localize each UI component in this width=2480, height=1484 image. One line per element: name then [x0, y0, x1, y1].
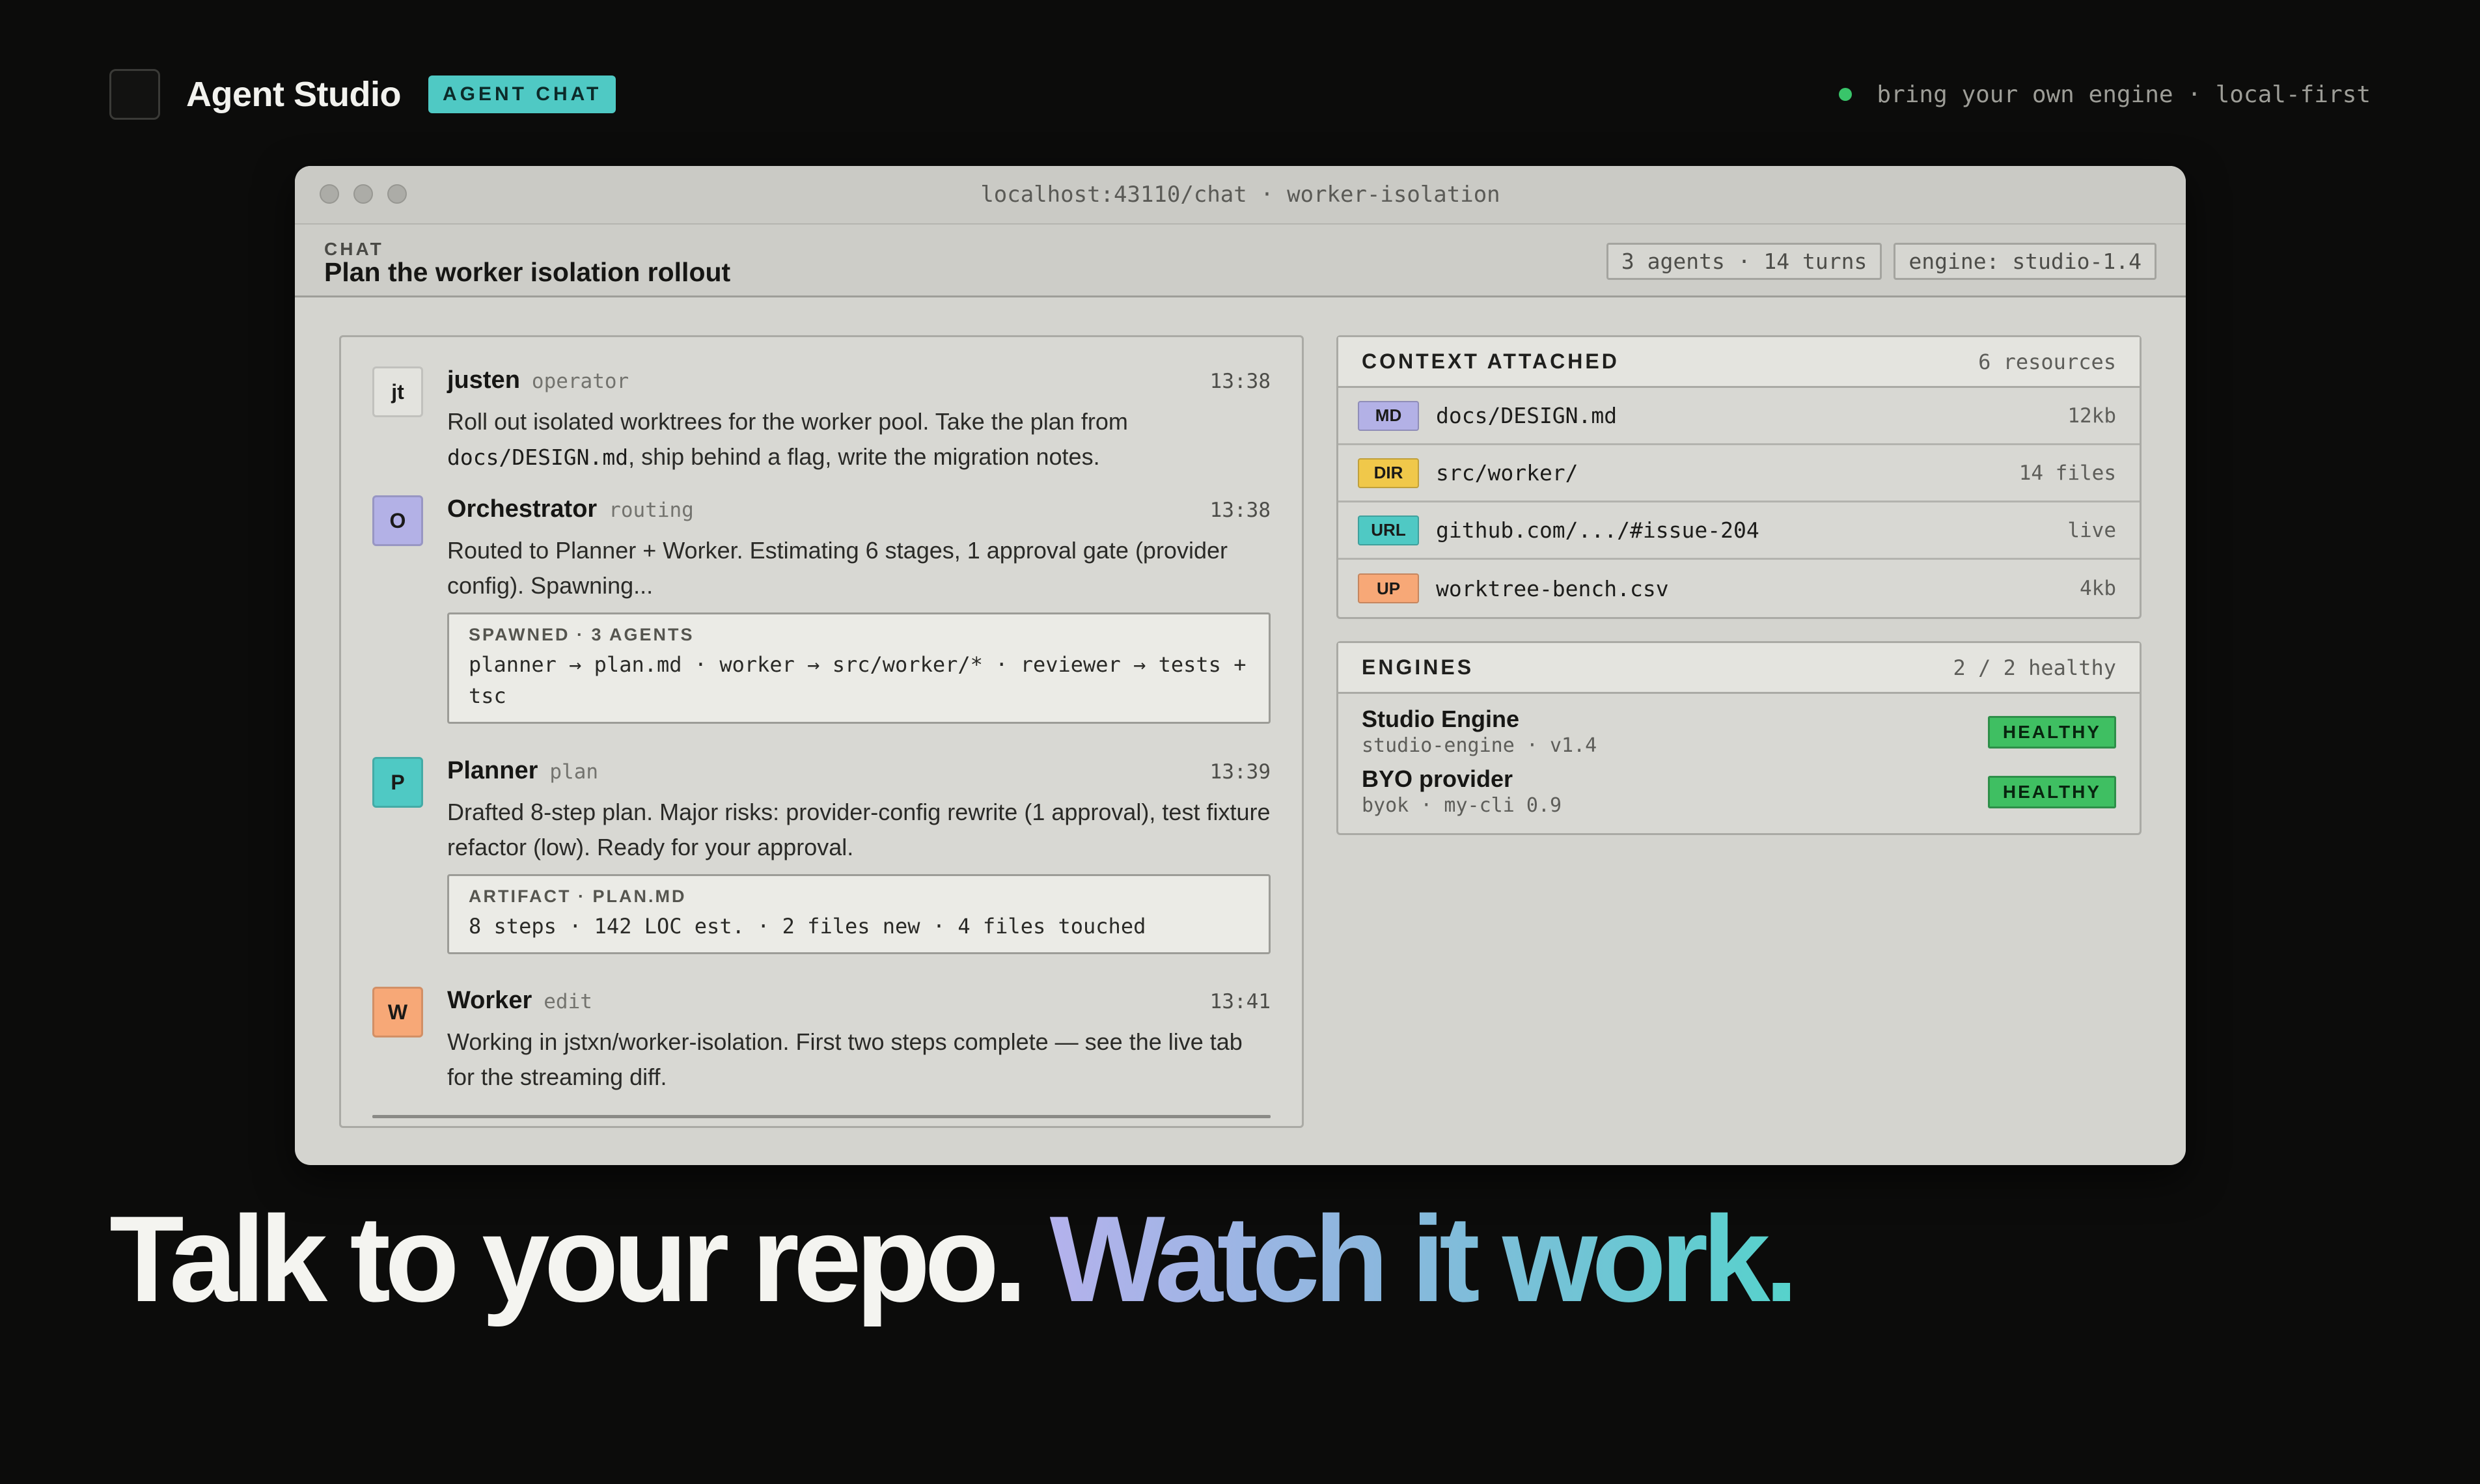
- message-body: Drafted 8-step plan. Major risks: provid…: [447, 799, 1271, 860]
- resource-meta: 12kb: [2067, 404, 2116, 428]
- context-panel: CONTEXT ATTACHED 6 resources MD docs/DES…: [1336, 335, 2142, 619]
- resource-tag: URL: [1358, 515, 1419, 545]
- address-bar[interactable]: localhost:43110/chat · worker-isolation: [980, 182, 1500, 208]
- context-title: CONTEXT ATTACHED: [1362, 350, 1619, 373]
- message-time: 13:38: [1209, 499, 1271, 522]
- resource-meta: 4kb: [2080, 577, 2116, 600]
- resource-name: github.com/.../#issue-204: [1436, 517, 1759, 543]
- author-name: justen: [447, 366, 520, 394]
- chat-panel: jt justen operator 13:38 Roll out isolat…: [339, 335, 1304, 1128]
- brand-badge: AGENT CHAT: [428, 76, 616, 113]
- engines-title: ENGINES: [1362, 655, 1474, 679]
- engine-version: byok · my-cli 0.9: [1362, 794, 1562, 817]
- file-reference[interactable]: docs/DESIGN.md: [447, 445, 628, 470]
- engines-header: ENGINES 2 / 2 healthy: [1338, 643, 2140, 694]
- engine-chip[interactable]: engine: studio-1.4: [1894, 243, 2156, 280]
- context-count: 6 resources: [1978, 349, 2116, 374]
- resource-row[interactable]: UP worktree-bench.csv 4kb: [1338, 560, 2140, 617]
- tagline: bring your own engine · local-first: [1839, 78, 2371, 111]
- message-time: 13:39: [1209, 760, 1271, 784]
- engine-name: BYO provider: [1362, 765, 1513, 792]
- engine-name: Studio Engine: [1362, 706, 1519, 732]
- engines-count: 2 / 2 healthy: [1953, 655, 2116, 680]
- hero-headline: Talk to your repo. Watch it work.: [109, 1198, 1798, 1320]
- context-header: CONTEXT ATTACHED 6 resources: [1338, 337, 2140, 388]
- browser-window: localhost:43110/chat · worker-isolation …: [295, 166, 2186, 1165]
- chat-chips: 3 agents · 14 turns engine: studio-1.4: [1606, 243, 2156, 280]
- engine-version: studio-engine · v1.4: [1362, 734, 1597, 757]
- status-dot-icon: [1839, 88, 1853, 101]
- window-titlebar: localhost:43110/chat · worker-isolation: [295, 166, 2186, 225]
- resource-tag: MD: [1358, 400, 1419, 431]
- resource-meta: live: [2067, 518, 2116, 542]
- resource-tag: UP: [1358, 573, 1419, 603]
- author-name: Orchestrator: [447, 495, 598, 523]
- author-name: Worker: [447, 987, 532, 1014]
- resource-row[interactable]: URL github.com/.../#issue-204 live: [1338, 502, 2140, 560]
- chat-title: Plan the worker isolation rollout: [324, 257, 731, 287]
- artifact-card[interactable]: ARTIFACT · PLAN.MD 8 steps · 142 LOC est…: [447, 874, 1271, 954]
- author-role: operator: [531, 370, 629, 393]
- engine-row[interactable]: BYO provider byok · my-cli 0.9 HEALTHY: [1338, 760, 2140, 833]
- resource-name: src/worker/: [1436, 460, 1578, 486]
- resource-row[interactable]: DIR src/worker/ 14 files: [1338, 445, 2140, 502]
- status-badge: HEALTHY: [1987, 716, 2116, 749]
- author-role: edit: [544, 990, 592, 1013]
- status-badge: HEALTHY: [1987, 776, 2116, 808]
- card-title: ARTIFACT · PLAN.MD: [469, 886, 687, 906]
- agents-turns-chip: 3 agents · 14 turns: [1606, 243, 1882, 280]
- close-window-button[interactable]: [320, 184, 339, 204]
- window-controls: [320, 184, 407, 204]
- card-text: planner → plan.md · worker → src/worker/…: [469, 652, 1247, 708]
- message-body: Working in jstxn/worker-isolation. First…: [447, 1028, 1243, 1090]
- logo-icon: [109, 69, 160, 120]
- card-title: SPAWNED · 3 AGENTS: [469, 625, 695, 644]
- message-text: , ship behind a flag, write the migratio…: [628, 443, 1100, 470]
- maximize-window-button[interactable]: [387, 184, 407, 204]
- engine-row[interactable]: Studio Engine studio-engine · v1.4 HEALT…: [1338, 694, 2140, 760]
- resource-meta: 14 files: [2018, 461, 2116, 485]
- headline-part-2: Watch it work.: [1049, 1190, 1798, 1327]
- headline-part-1: Talk to your repo.: [109, 1190, 1050, 1327]
- spawned-agents-card[interactable]: SPAWNED · 3 AGENTS planner → plan.md · w…: [447, 612, 1271, 724]
- message-time: 13:41: [1209, 990, 1271, 1013]
- avatar: jt: [372, 366, 423, 417]
- engines-panel: ENGINES 2 / 2 healthy Studio Engine stud…: [1336, 641, 2142, 835]
- resource-tag: DIR: [1358, 458, 1419, 488]
- message-body: Roll out isolated worktrees for the work…: [447, 404, 1271, 475]
- resource-name: worktree-bench.csv: [1436, 575, 1669, 601]
- top-bar: Agent Studio AGENT CHAT: [109, 68, 616, 120]
- resource-row[interactable]: MD docs/DESIGN.md 12kb: [1338, 388, 2140, 445]
- brand-name: Agent Studio: [186, 75, 401, 114]
- card-text: 8 steps · 142 LOC est. · 2 files new · 4…: [469, 914, 1146, 939]
- author-name: Planner: [447, 757, 538, 784]
- tagline-text: bring your own engine · local-first: [1877, 81, 2371, 108]
- avatar: P: [372, 757, 423, 808]
- message-body: Routed to Planner + Worker. Estimating 6…: [447, 537, 1228, 599]
- author-role: routing: [609, 499, 694, 522]
- minimize-window-button[interactable]: [353, 184, 373, 204]
- message-time: 13:38: [1209, 370, 1271, 393]
- chat-header: CHAT Plan the worker isolation rollout 3…: [295, 225, 2186, 297]
- avatar: O: [372, 495, 423, 546]
- avatar: W: [372, 987, 423, 1037]
- message-text: Roll out isolated worktrees for the work…: [447, 408, 1128, 435]
- author-role: plan: [549, 760, 599, 784]
- resource-name: docs/DESIGN.md: [1436, 403, 1618, 428]
- chat-scrollbar[interactable]: [372, 1115, 1271, 1118]
